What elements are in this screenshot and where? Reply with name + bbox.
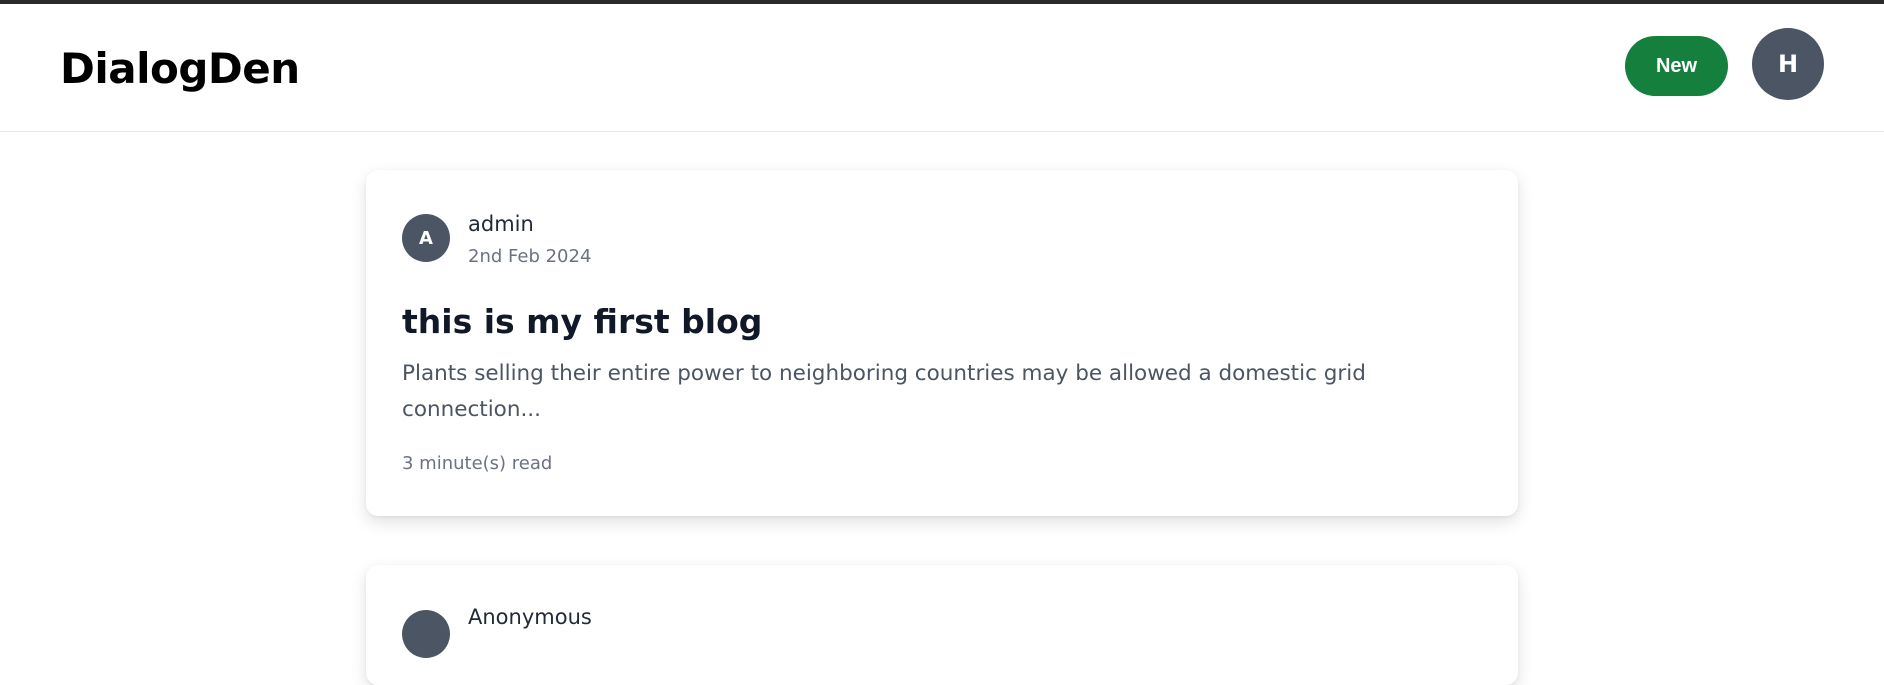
read-time: 3 minute(s) read: [402, 453, 553, 474]
app-header: DialogDen New H: [0, 4, 1884, 132]
author-avatar: A: [402, 214, 450, 262]
post-excerpt: Plants selling their entire power to nei…: [402, 361, 1366, 422]
user-avatar[interactable]: H: [1752, 28, 1824, 100]
post-card[interactable]: Anonymous: [366, 565, 1518, 685]
author-avatar: [402, 610, 450, 658]
new-post-button[interactable]: New: [1625, 36, 1728, 96]
post-date: 2nd Feb 2024: [468, 246, 592, 267]
post-title[interactable]: this is my first blog: [402, 303, 762, 340]
author-name: admin: [468, 212, 534, 236]
post-card[interactable]: A admin 2nd Feb 2024 this is my first bl…: [366, 170, 1518, 516]
brand-logo-text[interactable]: DialogDen: [60, 48, 300, 90]
